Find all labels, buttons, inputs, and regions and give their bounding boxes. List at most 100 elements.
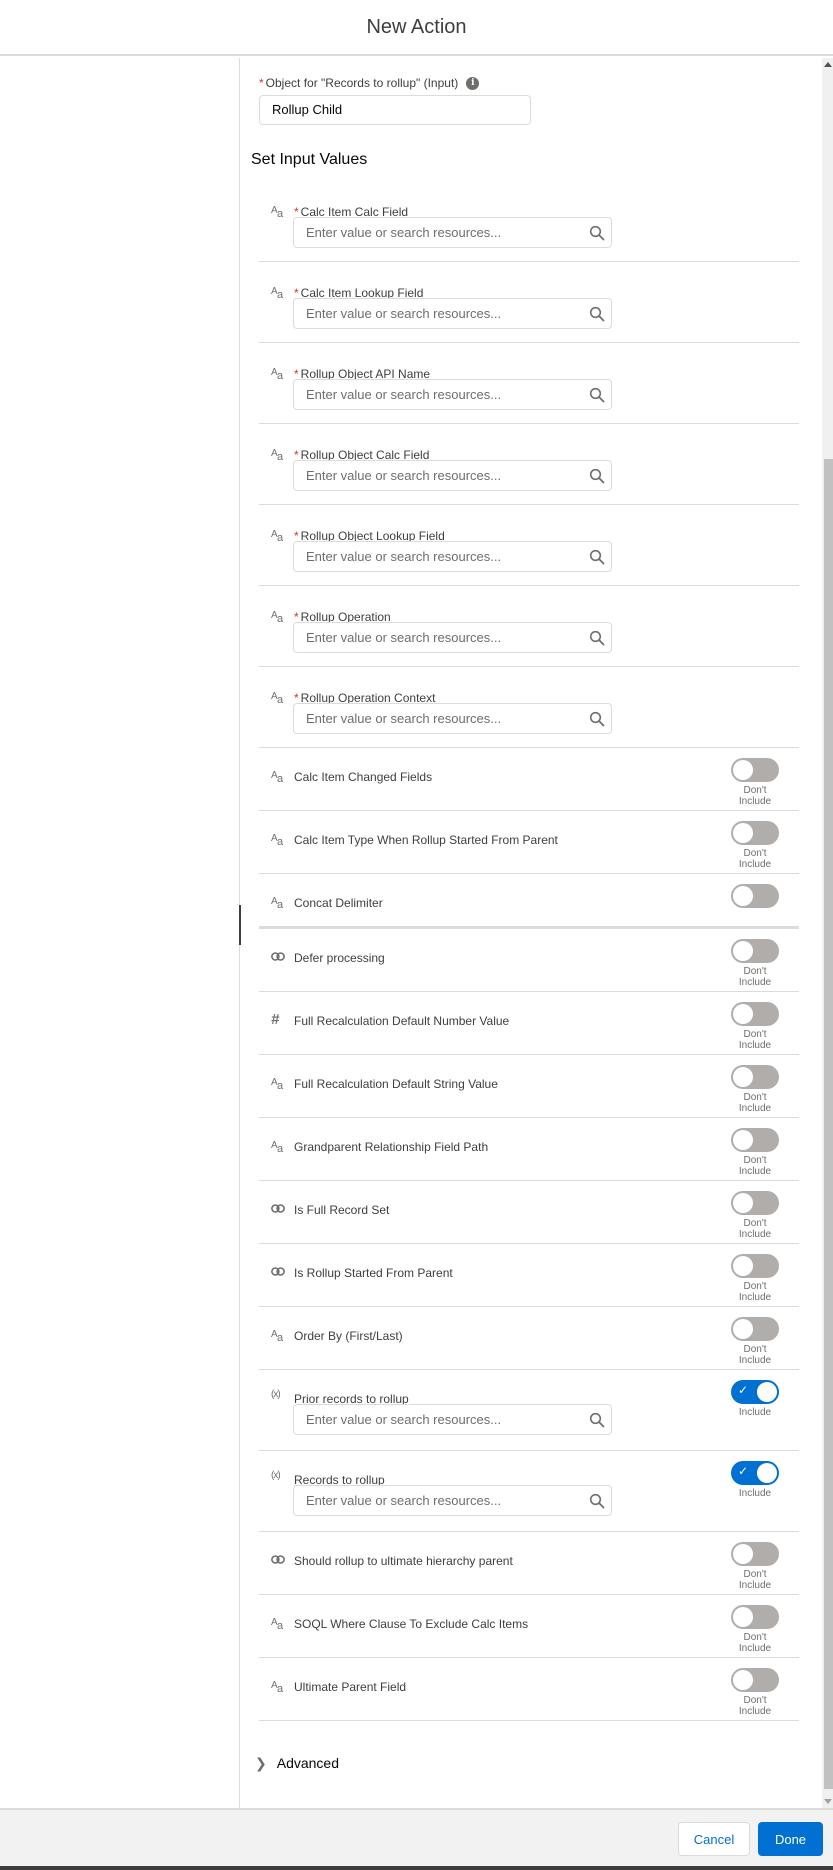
text-type-icon: Aa xyxy=(271,1617,284,1632)
resource-input[interactable] xyxy=(294,704,574,733)
include-toggle[interactable] xyxy=(731,1128,779,1152)
search-icon[interactable] xyxy=(589,1493,605,1509)
input-row: Aa Calc Item Changed Fields Don't Include xyxy=(259,748,799,811)
input-row: Aa Grandparent Relationship Field Path Don… xyxy=(259,1118,799,1181)
cancel-button[interactable]: Cancel xyxy=(678,1822,750,1856)
toggle-knob xyxy=(733,823,753,843)
toggle-caption: Don't Include xyxy=(738,1092,772,1114)
resource-search-input[interactable] xyxy=(293,460,612,491)
window-bottom-edge xyxy=(0,1866,833,1870)
modal-footer: Cancel Done xyxy=(0,1808,833,1868)
search-icon[interactable] xyxy=(589,468,605,484)
include-toggle[interactable] xyxy=(731,939,779,963)
resource-search-input[interactable] xyxy=(293,541,612,572)
check-icon: ✓ xyxy=(738,1383,749,1397)
text-type-icon: Aa xyxy=(271,1680,284,1695)
toggle-knob xyxy=(733,1130,753,1150)
toggle-knob xyxy=(733,1544,753,1564)
toggle-knob xyxy=(733,1067,753,1087)
include-toggle[interactable] xyxy=(731,1317,779,1341)
toggle-caption: Include xyxy=(738,1407,772,1418)
advanced-section-toggle[interactable]: ❯ Advanced xyxy=(255,1755,339,1772)
resource-input[interactable] xyxy=(294,218,574,247)
input-row: Aa * Rollup Operation xyxy=(259,586,799,667)
include-toggle[interactable]: ✓ xyxy=(731,1380,779,1404)
toggle-caption: Don't Include xyxy=(738,1281,772,1303)
include-toggle[interactable] xyxy=(731,1542,779,1566)
text-type-icon: Aa xyxy=(271,833,284,848)
search-icon[interactable] xyxy=(589,549,605,565)
input-row: Aa Concat Delimiter xyxy=(259,874,799,929)
include-toggle[interactable] xyxy=(731,821,779,845)
resource-input[interactable] xyxy=(294,380,574,409)
text-type-icon: Aa xyxy=(271,286,284,301)
include-toggle[interactable] xyxy=(731,1065,779,1089)
include-toggle[interactable] xyxy=(731,1668,779,1692)
info-icon[interactable]: i xyxy=(466,77,480,91)
toggle-caption: Don't Include xyxy=(738,1695,772,1717)
field-label: Full Recalculation Default Number Value xyxy=(294,1014,510,1028)
toggle-caption: Don't Include xyxy=(738,1218,772,1240)
resource-search-input[interactable] xyxy=(293,1485,612,1516)
input-row: (x)Records to rollup✓Include xyxy=(259,1451,799,1532)
input-row: Aa * Rollup Object Lookup Field xyxy=(259,505,799,586)
done-button[interactable]: Done xyxy=(758,1822,823,1856)
object-field-input[interactable]: Rollup Child xyxy=(259,95,531,125)
input-row: Is Rollup Started From Parent Don't Inclu… xyxy=(259,1244,799,1307)
boolean-type-icon xyxy=(271,1554,287,1568)
resource-search-input[interactable] xyxy=(293,379,612,410)
input-row: Aa Order By (First/Last) Don't Include xyxy=(259,1307,799,1370)
toggle-knob xyxy=(733,1256,753,1276)
input-row: Defer processing Don't Include xyxy=(259,929,799,992)
scroll-up-arrow-icon[interactable] xyxy=(824,62,832,67)
search-icon[interactable] xyxy=(589,225,605,241)
boolean-type-icon xyxy=(271,951,287,965)
include-toggle[interactable] xyxy=(731,1605,779,1629)
resource-search-input[interactable] xyxy=(293,1404,612,1435)
resource-input[interactable] xyxy=(294,1486,574,1515)
field-label: Grandparent Relationship Field Path xyxy=(294,1140,489,1154)
scrollbar[interactable] xyxy=(822,58,833,1808)
field-label: Calc Item Type When Rollup Started From … xyxy=(294,833,558,847)
toggle-caption: Don't Include xyxy=(738,785,772,807)
include-toggle[interactable] xyxy=(731,1254,779,1278)
resource-input[interactable] xyxy=(294,299,574,328)
text-type-icon: Aa xyxy=(271,1140,284,1155)
toggle-caption: Don't Include xyxy=(738,1569,772,1591)
input-row: Aa * Rollup Operation Context xyxy=(259,667,799,748)
include-toggle[interactable]: ✓ xyxy=(731,1461,779,1485)
text-type-icon: Aa xyxy=(271,448,284,463)
variable-type-icon: (x) xyxy=(271,1470,281,1481)
input-row: Aa Full Recalculation Default String Valu… xyxy=(259,1055,799,1118)
resource-input[interactable] xyxy=(294,623,574,652)
scrollbar-thumb[interactable] xyxy=(824,459,833,1789)
resource-search-input[interactable] xyxy=(293,703,612,734)
scroll-down-arrow-icon[interactable] xyxy=(824,1799,832,1804)
include-toggle[interactable] xyxy=(731,884,779,908)
search-icon[interactable] xyxy=(589,711,605,727)
search-icon[interactable] xyxy=(589,630,605,646)
resource-search-input[interactable] xyxy=(293,217,612,248)
toggle-knob xyxy=(733,1004,753,1024)
input-values-list: Aa*Calc Item Calc FieldAa*Calc Item Look… xyxy=(259,197,799,1721)
check-icon: ✓ xyxy=(738,1464,749,1478)
search-icon[interactable] xyxy=(589,387,605,403)
include-toggle[interactable] xyxy=(731,1191,779,1215)
resource-input[interactable] xyxy=(294,461,574,490)
search-icon[interactable] xyxy=(589,306,605,322)
include-toggle[interactable] xyxy=(731,758,779,782)
text-type-icon: Aa xyxy=(271,610,284,625)
left-panel xyxy=(0,58,240,1808)
resource-search-input[interactable] xyxy=(293,622,612,653)
input-row: Is Full Record Set Don't Include xyxy=(259,1181,799,1244)
resource-input[interactable] xyxy=(294,1405,574,1434)
text-type-icon: Aa xyxy=(271,691,284,706)
include-toggle[interactable] xyxy=(731,1002,779,1026)
field-label: Calc Item Changed Fields xyxy=(294,770,433,784)
variable-type-icon: (x) xyxy=(271,1389,281,1400)
resource-input[interactable] xyxy=(294,542,574,571)
object-field-label: * Object for "Records to rollup" (Input) i xyxy=(259,76,480,91)
text-type-icon: Aa xyxy=(271,770,284,785)
resource-search-input[interactable] xyxy=(293,298,612,329)
search-icon[interactable] xyxy=(589,1412,605,1428)
